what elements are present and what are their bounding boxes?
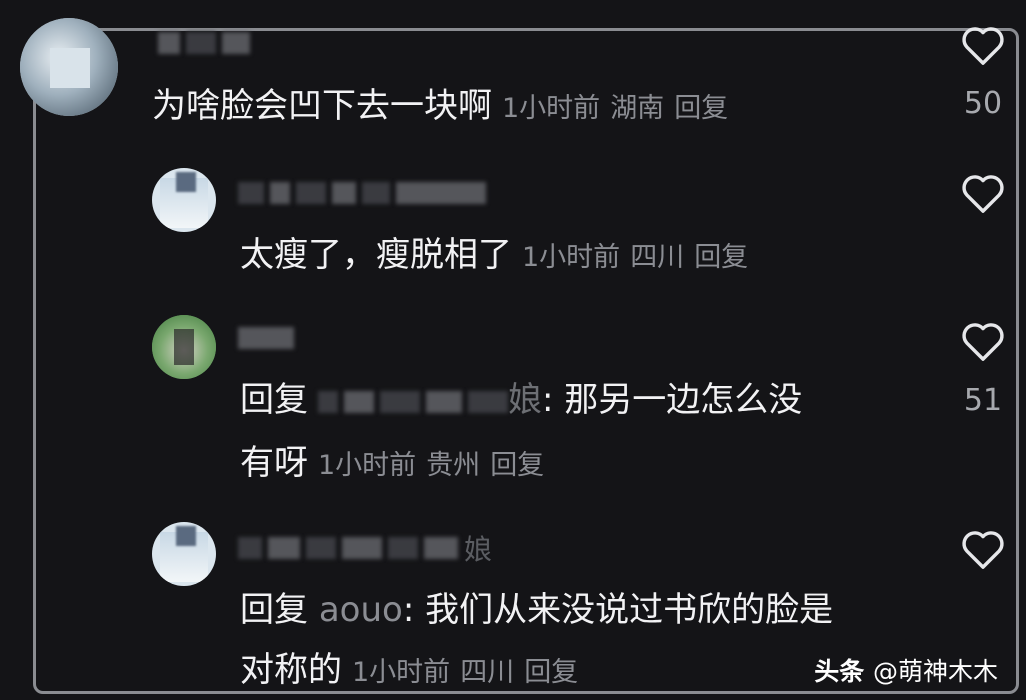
comment-body: 有呀 [240,443,308,483]
location: 四川 [630,242,685,273]
comment-body: 对称的 [240,650,342,690]
watermark-handle: @萌神木木 [872,657,998,686]
timestamp: 1小时前 [502,93,601,124]
reply-button[interactable]: 回复 [674,93,728,124]
like-count: 50 [963,86,1003,121]
like-count: 51 [963,383,1003,418]
reply-button[interactable]: 回复 [490,450,544,481]
avatar[interactable] [152,522,216,586]
comment-text: 回复 aouo: 我们从来没说过书欣的脸是 [240,590,833,630]
timestamp: 1小时前 [318,450,417,481]
heart-outline-icon[interactable] [960,320,1006,362]
comment-text: 太瘦了，瘦脱相了 1小时前 四川 回复 [240,235,758,278]
watermark-brand: 头条 [814,657,865,686]
comment-text: 回复 娘: 那另一边怎么没 [240,380,802,420]
location: 湖南 [610,93,665,124]
reply-prefix: 回复 [240,590,308,630]
timestamp: 1小时前 [522,242,621,273]
comment-body: : 那另一边怎么没 [542,380,803,420]
username-redacted[interactable] [158,30,250,56]
heart-outline-icon[interactable] [960,528,1006,570]
timestamp: 1小时前 [352,657,451,688]
heart-outline-icon[interactable] [960,172,1006,214]
comment-meta: 1小时前 四川 回复 [522,242,758,273]
watermark: 头条 @萌神木木 [814,652,998,688]
username-suffix: 娘 [464,533,493,566]
comment-text-line2: 对称的 1小时前 四川 回复 [240,650,588,693]
avatar[interactable] [20,18,118,116]
username-redacted[interactable]: 娘 [238,533,492,566]
location: 贵州 [426,450,481,481]
username-redacted[interactable] [238,180,486,206]
comment-text: 为啥脸会凹下去一块啊 1小时前 湖南 回复 [152,86,738,129]
comment-meta: 1小时前 湖南 回复 [502,93,738,124]
comment-meta: 1小时前 贵州 回复 [318,450,554,481]
comment-body: 太瘦了，瘦脱相了 [240,235,512,275]
reply-target-suffix: 娘 [508,380,542,420]
reply-button[interactable]: 回复 [694,242,748,273]
comment-meta: 1小时前 四川 回复 [352,657,588,688]
avatar[interactable] [152,168,216,232]
reply-prefix: 回复 [240,380,308,420]
comment-text-line2: 有呀 1小时前 贵州 回复 [240,443,554,486]
reply-target[interactable]: aouo [319,590,403,630]
heart-outline-icon[interactable] [960,24,1006,66]
comment-body: 为啥脸会凹下去一块啊 [152,86,492,126]
location: 四川 [460,657,515,688]
username-redacted[interactable] [238,325,294,351]
comment-body: : 我们从来没说过书欣的脸是 [402,590,834,630]
reply-target-redacted[interactable] [318,389,508,415]
reply-button[interactable]: 回复 [524,657,578,688]
avatar[interactable] [152,315,216,379]
